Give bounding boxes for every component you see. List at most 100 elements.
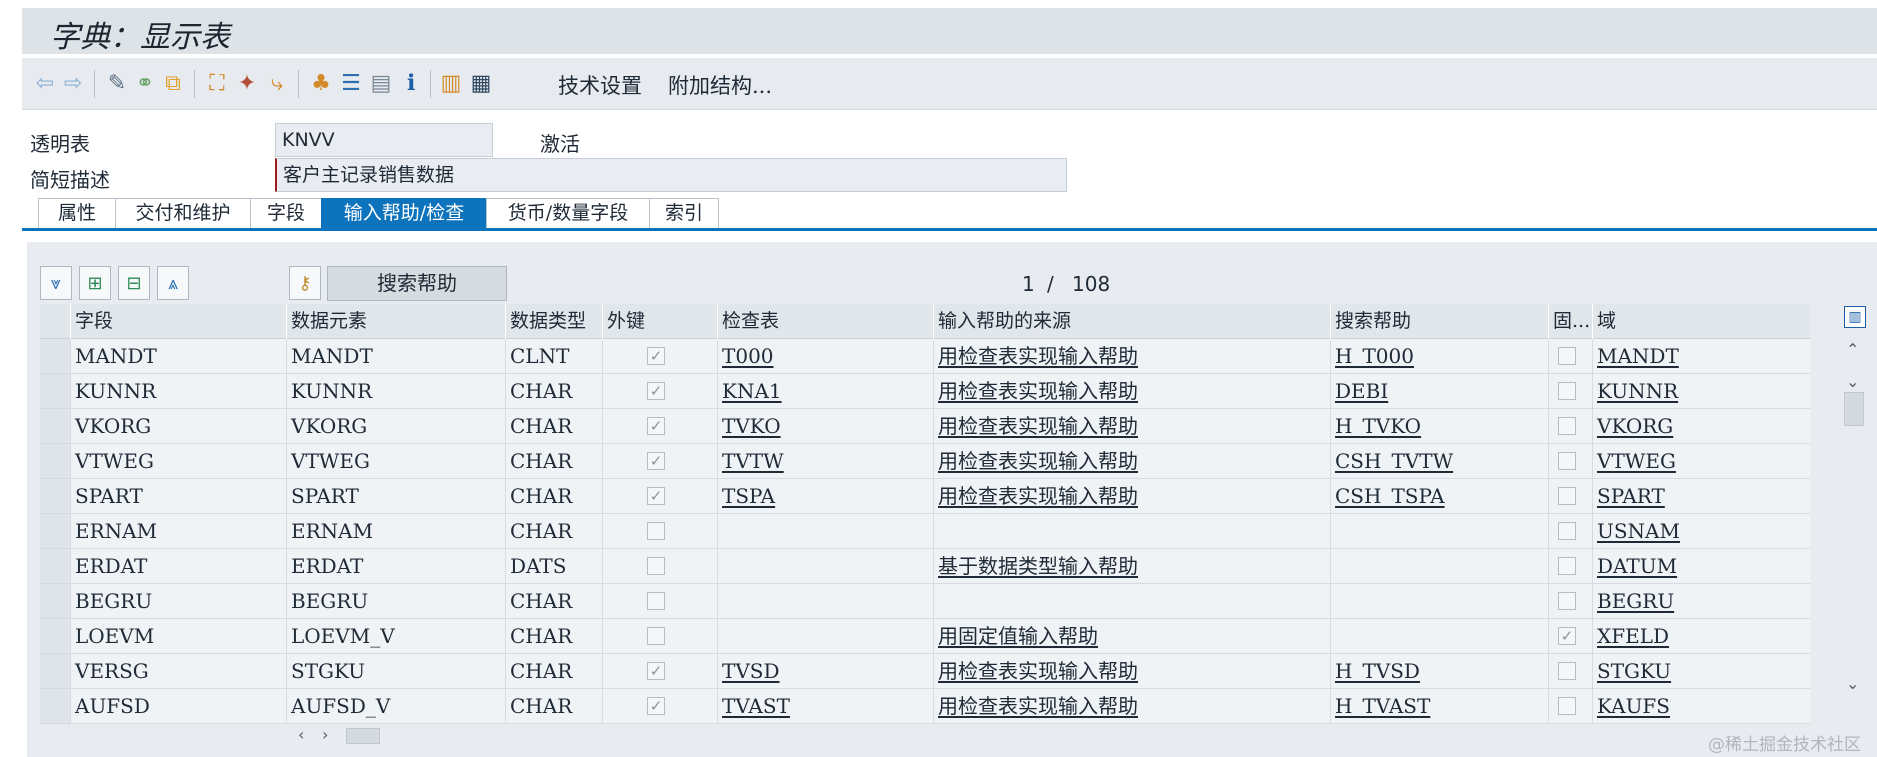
cell-check-table[interactable]: TVKO — [717, 409, 933, 443]
info-icon[interactable]: ℹ — [396, 68, 426, 98]
scroll-bottom-icon[interactable]: ⌄ — [1846, 674, 1859, 693]
row-selector[interactable] — [40, 654, 70, 688]
checkbox[interactable]: ✓ — [647, 452, 665, 470]
row-selector[interactable] — [40, 689, 70, 723]
checkbox[interactable] — [1558, 662, 1576, 680]
scroll-right-icon[interactable]: › — [322, 725, 328, 744]
cell-domain[interactable]: VTWEG — [1592, 444, 1810, 478]
select-all-column[interactable] — [40, 304, 70, 339]
checkbox[interactable] — [647, 557, 665, 575]
search-help-button[interactable]: 搜索帮助 — [327, 266, 507, 301]
table-row[interactable]: SPART SPART CHAR ✓ TSPA 用检查表实现输入帮助 CSH_TSPA SPA… — [40, 479, 1810, 514]
checkbox[interactable] — [1558, 592, 1576, 610]
cell-domain[interactable]: MANDT — [1592, 339, 1810, 373]
table-row[interactable]: VTWEG VTWEG CHAR ✓ TVTW 用检查表实现输入帮助 CSH_TVTW VTW… — [40, 444, 1810, 479]
table-row[interactable]: AUFSD AUFSD_V CHAR ✓ TVAST 用检查表实现输入帮助 H_TVAST K… — [40, 689, 1810, 724]
cell-search-help[interactable]: H_T000 — [1330, 339, 1548, 373]
where-used-icon[interactable]: ⧉ — [158, 68, 188, 98]
checkbox[interactable] — [1558, 557, 1576, 575]
hierarchy-icon[interactable]: ♣ — [306, 68, 336, 98]
scroll-left-icon[interactable]: ‹ — [298, 725, 304, 744]
checkbox[interactable]: ✓ — [647, 487, 665, 505]
column-header-foreign-key[interactable]: 外键 — [602, 304, 717, 339]
checkbox[interactable] — [1558, 697, 1576, 715]
checkbox[interactable]: ✓ — [647, 697, 665, 715]
cell-input-help-source[interactable]: 用检查表实现输入帮助 — [933, 339, 1330, 373]
insert-row-icon[interactable]: ⊞ — [79, 266, 111, 300]
layout-icon[interactable]: ☰ — [336, 68, 366, 98]
cell-domain[interactable]: VKORG — [1592, 409, 1810, 443]
cell-check-table[interactable]: TVAST — [717, 689, 933, 723]
column-header-field[interactable]: 字段 — [70, 304, 286, 339]
horizontal-scrollbar[interactable]: ‹ › — [290, 723, 1810, 751]
checkbox[interactable]: ✓ — [647, 382, 665, 400]
cell-check-table[interactable]: TVSD — [717, 654, 933, 688]
row-selector[interactable] — [40, 374, 70, 408]
row-selector[interactable] — [40, 619, 70, 653]
checkbox[interactable]: ✓ — [647, 662, 665, 680]
other-object-icon[interactable]: ⚭ — [130, 68, 160, 98]
cell-check-table[interactable]: T000 — [717, 339, 933, 373]
filter-down-icon[interactable]: ⩔ — [40, 266, 72, 300]
table-row[interactable]: MANDT MANDT CLNT ✓ T000 用检查表实现输入帮助 H_T000 MANDT — [40, 339, 1810, 374]
scroll-down-icon[interactable]: ⌄ — [1846, 372, 1859, 391]
row-selector[interactable] — [40, 409, 70, 443]
checkbox[interactable] — [1558, 452, 1576, 470]
cell-search-help[interactable]: H_TVSD — [1330, 654, 1548, 688]
checkbox[interactable] — [647, 627, 665, 645]
cell-domain[interactable]: BEGRU — [1592, 584, 1810, 618]
tab-input-help-check[interactable]: 输入帮助/检查 — [321, 198, 487, 229]
delete-row-icon[interactable]: ⊟ — [118, 266, 150, 300]
cell-input-help-source[interactable]: 用检查表实现输入帮助 — [933, 689, 1330, 723]
row-selector[interactable] — [40, 339, 70, 373]
column-header-data-type[interactable]: 数据类型 — [505, 304, 602, 339]
technical-settings-button[interactable]: 技术设置 — [558, 70, 642, 100]
table-view-icon[interactable]: ▦ — [466, 68, 496, 98]
checkbox[interactable] — [1558, 417, 1576, 435]
tab-currency-quantity[interactable]: 货币/数量字段 — [486, 198, 650, 229]
key-icon[interactable]: ⚷ — [289, 266, 321, 300]
column-header-search-help[interactable]: 搜索帮助 — [1330, 304, 1548, 339]
table-row[interactable]: VKORG VKORG CHAR ✓ TVKO 用检查表实现输入帮助 H_TVKO VKORG — [40, 409, 1810, 444]
wand-icon[interactable]: ✦ — [232, 68, 262, 98]
short-desc-field[interactable]: 客户主记录销售数据 — [275, 158, 1067, 192]
column-header-data-element[interactable]: 数据元素 — [286, 304, 505, 339]
tab-attributes[interactable]: 属性 — [38, 198, 116, 229]
cell-search-help[interactable]: CSH_TSPA — [1330, 479, 1548, 513]
row-selector[interactable] — [40, 444, 70, 478]
table-row[interactable]: LOEVM LOEVM_V CHAR 用固定值输入帮助 ✓ XFELD — [40, 619, 1810, 654]
display-change-icon[interactable]: ✎ — [102, 68, 132, 98]
checkbox[interactable] — [647, 522, 665, 540]
cell-domain[interactable]: XFELD — [1592, 619, 1810, 653]
cell-input-help-source[interactable]: 用固定值输入帮助 — [933, 619, 1330, 653]
cell-domain[interactable]: SPART — [1592, 479, 1810, 513]
cell-input-help-source[interactable]: 基于数据类型输入帮助 — [933, 549, 1330, 583]
back-icon[interactable]: ⇦ — [30, 68, 60, 98]
row-selector[interactable] — [40, 479, 70, 513]
list-icon[interactable]: ▤ — [366, 68, 396, 98]
checkbox[interactable] — [1558, 522, 1576, 540]
cell-domain[interactable]: KAUFS — [1592, 689, 1810, 723]
cell-search-help[interactable]: H_TVAST — [1330, 689, 1548, 723]
append-structures-button[interactable]: 附加结构... — [668, 70, 772, 100]
cell-input-help-source[interactable]: 用检查表实现输入帮助 — [933, 409, 1330, 443]
cell-check-table[interactable]: KNA1 — [717, 374, 933, 408]
scroll-thumb[interactable] — [1844, 392, 1864, 426]
row-selector[interactable] — [40, 584, 70, 618]
cell-search-help[interactable]: H_TVKO — [1330, 409, 1548, 443]
checkbox[interactable]: ✓ — [1558, 627, 1576, 645]
cell-domain[interactable]: DATUM — [1592, 549, 1810, 583]
cell-input-help-source[interactable]: 用检查表实现输入帮助 — [933, 374, 1330, 408]
checkbox[interactable]: ✓ — [647, 347, 665, 365]
cell-check-table[interactable]: TVTW — [717, 444, 933, 478]
cell-search-help[interactable]: CSH_TVTW — [1330, 444, 1548, 478]
cell-domain[interactable]: USNAM — [1592, 514, 1810, 548]
scroll-up-icon[interactable]: ⌃ — [1846, 340, 1859, 359]
column-header-domain[interactable]: 域 — [1592, 304, 1810, 339]
column-header-check-table[interactable]: 检查表 — [717, 304, 933, 339]
column-header-input-help-source[interactable]: 输入帮助的来源 — [933, 304, 1330, 339]
row-selector[interactable] — [40, 514, 70, 548]
cell-input-help-source[interactable]: 用检查表实现输入帮助 — [933, 654, 1330, 688]
table-row[interactable]: ERNAM ERNAM CHAR USNAM — [40, 514, 1810, 549]
filter-up-icon[interactable]: ⩓ — [157, 266, 189, 300]
